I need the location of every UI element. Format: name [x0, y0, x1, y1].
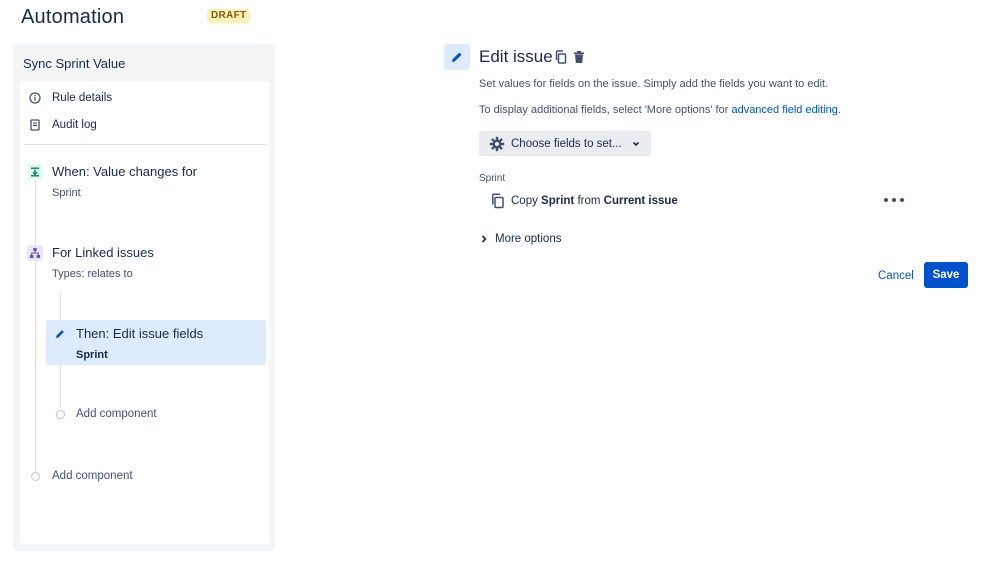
chevron-down-icon — [631, 139, 641, 149]
copy-middle: from — [574, 195, 604, 207]
hint-period: . — [837, 104, 841, 116]
dot — [892, 198, 896, 202]
gear-icon — [489, 136, 505, 152]
edit-pencil-icon — [444, 44, 470, 70]
sprint-field-value[interactable]: Copy Sprint from Current issue — [490, 192, 678, 210]
field-change-icon — [27, 164, 43, 180]
advanced-field-editing-link[interactable]: advanced field editing — [731, 104, 837, 116]
branch-detail: Types: relates to — [52, 268, 133, 280]
more-options-label: More options — [495, 233, 562, 245]
page-title: Automation — [21, 6, 125, 28]
add-component-dot-outer — [31, 472, 40, 481]
dot — [900, 198, 904, 202]
trash-icon[interactable] — [571, 49, 587, 65]
pencil-icon — [52, 326, 68, 342]
add-component-dot-inner — [56, 410, 65, 419]
audit-log-link[interactable]: Audit log — [29, 116, 97, 134]
more-actions-icon[interactable] — [884, 192, 904, 208]
info-icon — [29, 92, 41, 104]
action-title: Then: Edit issue fields — [76, 326, 204, 341]
trigger-detail: Sprint — [52, 187, 81, 199]
cancel-button[interactable]: Cancel — [874, 265, 918, 287]
chevron-right-icon — [480, 234, 488, 244]
audit-log-icon — [29, 119, 41, 131]
rule-panel: Sync Sprint Value Rule details Audit log… — [13, 44, 275, 551]
copy-field-name: Sprint — [541, 195, 575, 207]
copy-prefix: Copy — [511, 195, 542, 207]
copy-value-icon — [490, 193, 506, 209]
branch-icon — [27, 245, 43, 261]
main-connector-line — [35, 180, 36, 472]
hint-text: To display additional fields, select 'Mo… — [479, 104, 732, 116]
draft-status-badge: DRAFT — [207, 9, 251, 23]
dot — [884, 198, 888, 202]
menu-divider — [24, 144, 267, 145]
action-detail: Sprint — [76, 349, 108, 361]
sprint-field-label: Sprint — [479, 173, 506, 184]
rule-details-label: Rule details — [52, 92, 113, 104]
rule-details-link[interactable]: Rule details — [29, 89, 112, 107]
additional-fields-hint: To display additional fields, select 'Mo… — [479, 104, 841, 116]
choose-fields-label: Choose fields to set... — [511, 137, 622, 150]
copy-icon[interactable] — [553, 49, 569, 65]
rule-component-list: Rule details Audit log When: Value chang… — [20, 81, 269, 544]
copy-source: Current issue — [603, 195, 678, 207]
more-options-toggle[interactable]: More options — [480, 231, 561, 247]
add-component-inner-button[interactable]: Add component — [76, 408, 157, 420]
editor-title: Edit issue — [479, 47, 553, 66]
choose-fields-button[interactable]: Choose fields to set... — [479, 131, 651, 156]
trigger-title[interactable]: When: Value changes for — [52, 164, 197, 179]
branch-title[interactable]: For Linked issues — [52, 245, 154, 260]
editor-description: Set values for fields on the issue. Simp… — [479, 78, 829, 90]
save-button[interactable]: Save — [924, 262, 968, 288]
add-component-outer-button[interactable]: Add component — [52, 470, 133, 482]
rule-name[interactable]: Sync Sprint Value — [23, 56, 125, 71]
audit-log-label: Audit log — [52, 119, 97, 131]
